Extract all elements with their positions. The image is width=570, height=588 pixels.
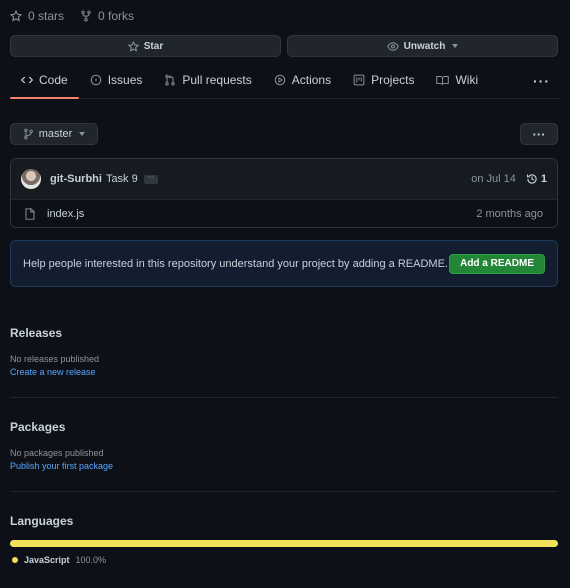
- commit-message[interactable]: Task 9: [106, 173, 138, 185]
- star-icon: [10, 10, 22, 22]
- stars-label: 0 stars: [28, 9, 65, 23]
- unwatch-label: Unwatch: [403, 40, 446, 52]
- more-icon: ···: [532, 126, 546, 142]
- packages-section: Packages No packages published Publish y…: [10, 420, 558, 471]
- star-icon: [127, 40, 139, 52]
- star-label: Star: [143, 40, 164, 52]
- forks-count[interactable]: 0 forks: [80, 9, 134, 23]
- fork-icon: [81, 10, 91, 22]
- forks-label: 0 forks: [98, 9, 135, 23]
- tab-actions[interactable]: Actions: [263, 62, 342, 98]
- divider: [10, 397, 558, 398]
- tab-label: Pull requests: [182, 73, 252, 87]
- tab-pull-requests[interactable]: Pull requests: [153, 62, 262, 98]
- chevron-down-icon: [79, 132, 86, 136]
- commit-expand-button[interactable]: ···: [143, 174, 158, 184]
- file-browser: git-Surbhi Task 9 ··· on Jul 14 1 index.…: [10, 158, 558, 228]
- releases-title[interactable]: Releases: [10, 326, 558, 340]
- tab-code[interactable]: Code: [10, 62, 79, 99]
- book-icon: [436, 75, 450, 85]
- latest-commit: git-Surbhi Task 9 ··· on Jul 14 1: [11, 159, 557, 200]
- language-percent: 100.0%: [75, 555, 107, 565]
- chevron-down-icon: [452, 44, 459, 48]
- divider: [10, 491, 558, 492]
- stars-count[interactable]: 0 stars: [10, 9, 64, 23]
- tab-wiki[interactable]: Wiki: [425, 62, 489, 98]
- languages-section: Languages: [10, 514, 558, 528]
- tab-issues[interactable]: Issues: [79, 62, 154, 98]
- file-name[interactable]: index.js: [47, 208, 84, 220]
- tabs-overflow-menu-icon[interactable]: ···: [533, 73, 550, 89]
- file-icon: [25, 208, 35, 220]
- avatar[interactable]: [21, 169, 41, 189]
- releases-section: Releases No releases published Create a …: [10, 326, 558, 377]
- file-age: 2 months ago: [476, 208, 543, 220]
- languages-title: Languages: [10, 514, 74, 528]
- language-bar: [10, 540, 558, 547]
- releases-empty-text: No releases published: [10, 354, 100, 364]
- language-name: JavaScript: [24, 555, 70, 565]
- project-icon: [353, 74, 365, 86]
- play-icon: [274, 74, 286, 86]
- repo-stats: 0 stars 0 forks: [10, 9, 134, 23]
- code-icon: [21, 76, 33, 84]
- eye-icon: [386, 41, 399, 51]
- readme-prompt: Help people interested in this repositor…: [10, 240, 558, 287]
- commit-author[interactable]: git-Surbhi: [50, 173, 102, 185]
- branch-icon: [23, 128, 33, 140]
- language-color-dot: [12, 557, 18, 563]
- star-button[interactable]: Star: [10, 35, 281, 57]
- unwatch-button[interactable]: Unwatch: [287, 35, 558, 57]
- commit-date[interactable]: on Jul 14: [471, 173, 516, 185]
- tab-label: Projects: [371, 73, 415, 87]
- tab-label: Issues: [107, 73, 143, 87]
- history-count: 1: [540, 173, 547, 185]
- packages-empty-text: No packages published: [10, 448, 104, 458]
- readme-prompt-text: Help people interested in this repositor…: [23, 257, 448, 270]
- tab-label: Actions: [291, 73, 332, 87]
- publish-package-link[interactable]: Publish your first package: [10, 461, 558, 471]
- repo-tabs: Code Issues Pull requests Actions Projec…: [10, 62, 560, 99]
- add-readme-button[interactable]: Add a README: [449, 253, 545, 274]
- tab-label: Wiki: [455, 73, 479, 87]
- tab-label: Code: [39, 73, 68, 87]
- branch-selector[interactable]: master: [10, 123, 98, 145]
- packages-title[interactable]: Packages: [10, 420, 558, 434]
- commit-meta: on Jul 14 1: [471, 173, 547, 185]
- file-row[interactable]: index.js 2 months ago: [11, 200, 557, 228]
- issue-icon: [90, 74, 101, 86]
- pull-request-icon: [165, 74, 176, 86]
- branch-name: master: [38, 128, 73, 140]
- tab-projects[interactable]: Projects: [342, 62, 425, 98]
- history-icon: [526, 174, 537, 184]
- branch-more-button[interactable]: ···: [520, 123, 558, 145]
- commit-history-link[interactable]: 1: [526, 173, 547, 185]
- create-release-link[interactable]: Create a new release: [10, 367, 558, 377]
- language-item[interactable]: JavaScript 100.0%: [12, 555, 106, 565]
